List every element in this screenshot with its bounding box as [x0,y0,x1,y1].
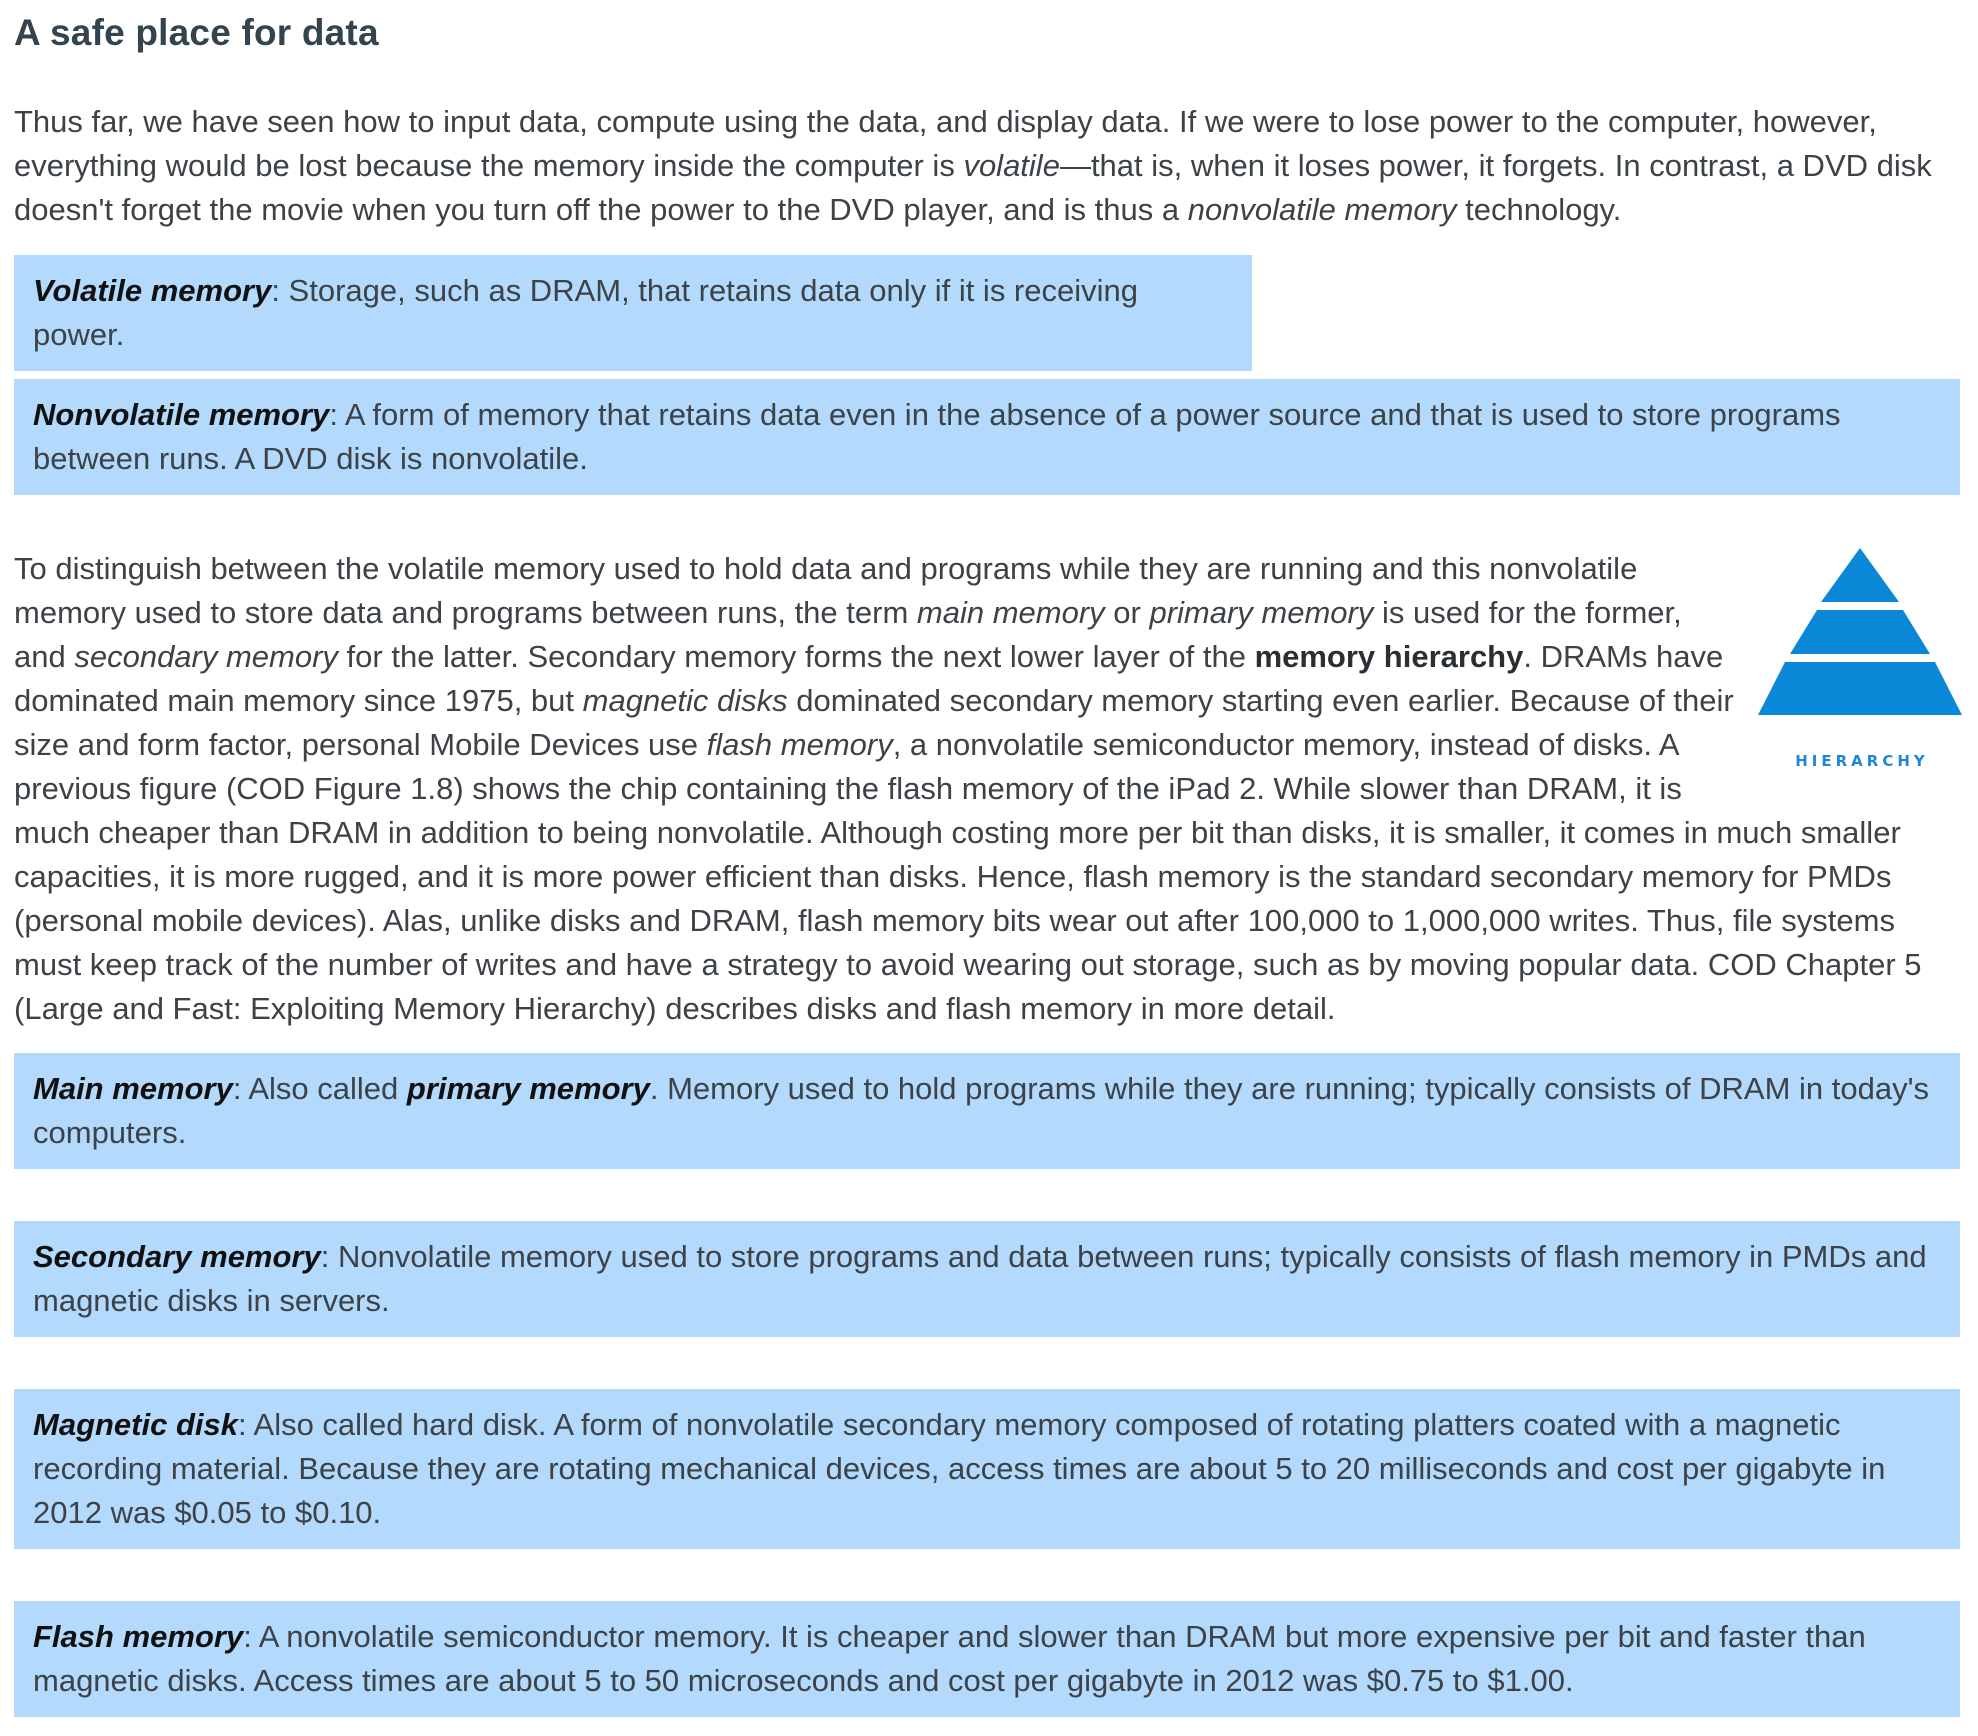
definition-secondary-memory: Secondary memory: Nonvolatile memory use… [14,1221,1960,1337]
definition-term: Secondary memory [33,1239,321,1274]
definition-term: Main memory [33,1071,233,1106]
pyramid-tier-bottom [1758,662,1962,715]
definition-term: Nonvolatile memory [33,397,330,432]
memory-hierarchy-paragraph: HIERARCHY To distinguish between the vola… [14,547,1964,1031]
definition-text: : Also called hard disk. A form of nonvo… [33,1407,1886,1530]
definition-term: Flash memory [33,1619,244,1654]
section-heading: A safe place for data [14,12,379,53]
definition-nonvolatile-memory: Nonvolatile memory: A form of memory tha… [14,379,1960,495]
intro-paragraph: Thus far, we have seen how to input data… [14,104,1932,227]
definition-flash-memory: Flash memory: A nonvolatile semiconducto… [14,1601,1960,1717]
pyramid-tier-top [1821,548,1899,602]
pyramid-tier-middle [1790,610,1930,654]
definition-magnetic-disk: Magnetic disk: Also called hard disk. A … [14,1389,1960,1549]
definition-main-memory: Main memory: Also called primary memory.… [14,1053,1960,1169]
definition-volatile-memory: Volatile memory: Storage, such as DRAM, … [14,255,1252,371]
definition-term: Volatile memory [33,273,272,308]
page: A safe place for data Thus far, we have … [0,0,1978,1736]
definition-text: : A nonvolatile semiconductor memory. It… [33,1619,1866,1698]
memory-hierarchy-term: memory hierarchy [1254,639,1524,674]
hierarchy-pyramid-icon: HIERARCHY [1758,548,1962,770]
definition-term-alt: primary memory [406,1071,650,1106]
hierarchy-label: HIERARCHY [1795,752,1929,770]
definition-term: Magnetic disk [33,1407,238,1442]
hierarchy-figure: HIERARCHY [1756,544,1964,776]
